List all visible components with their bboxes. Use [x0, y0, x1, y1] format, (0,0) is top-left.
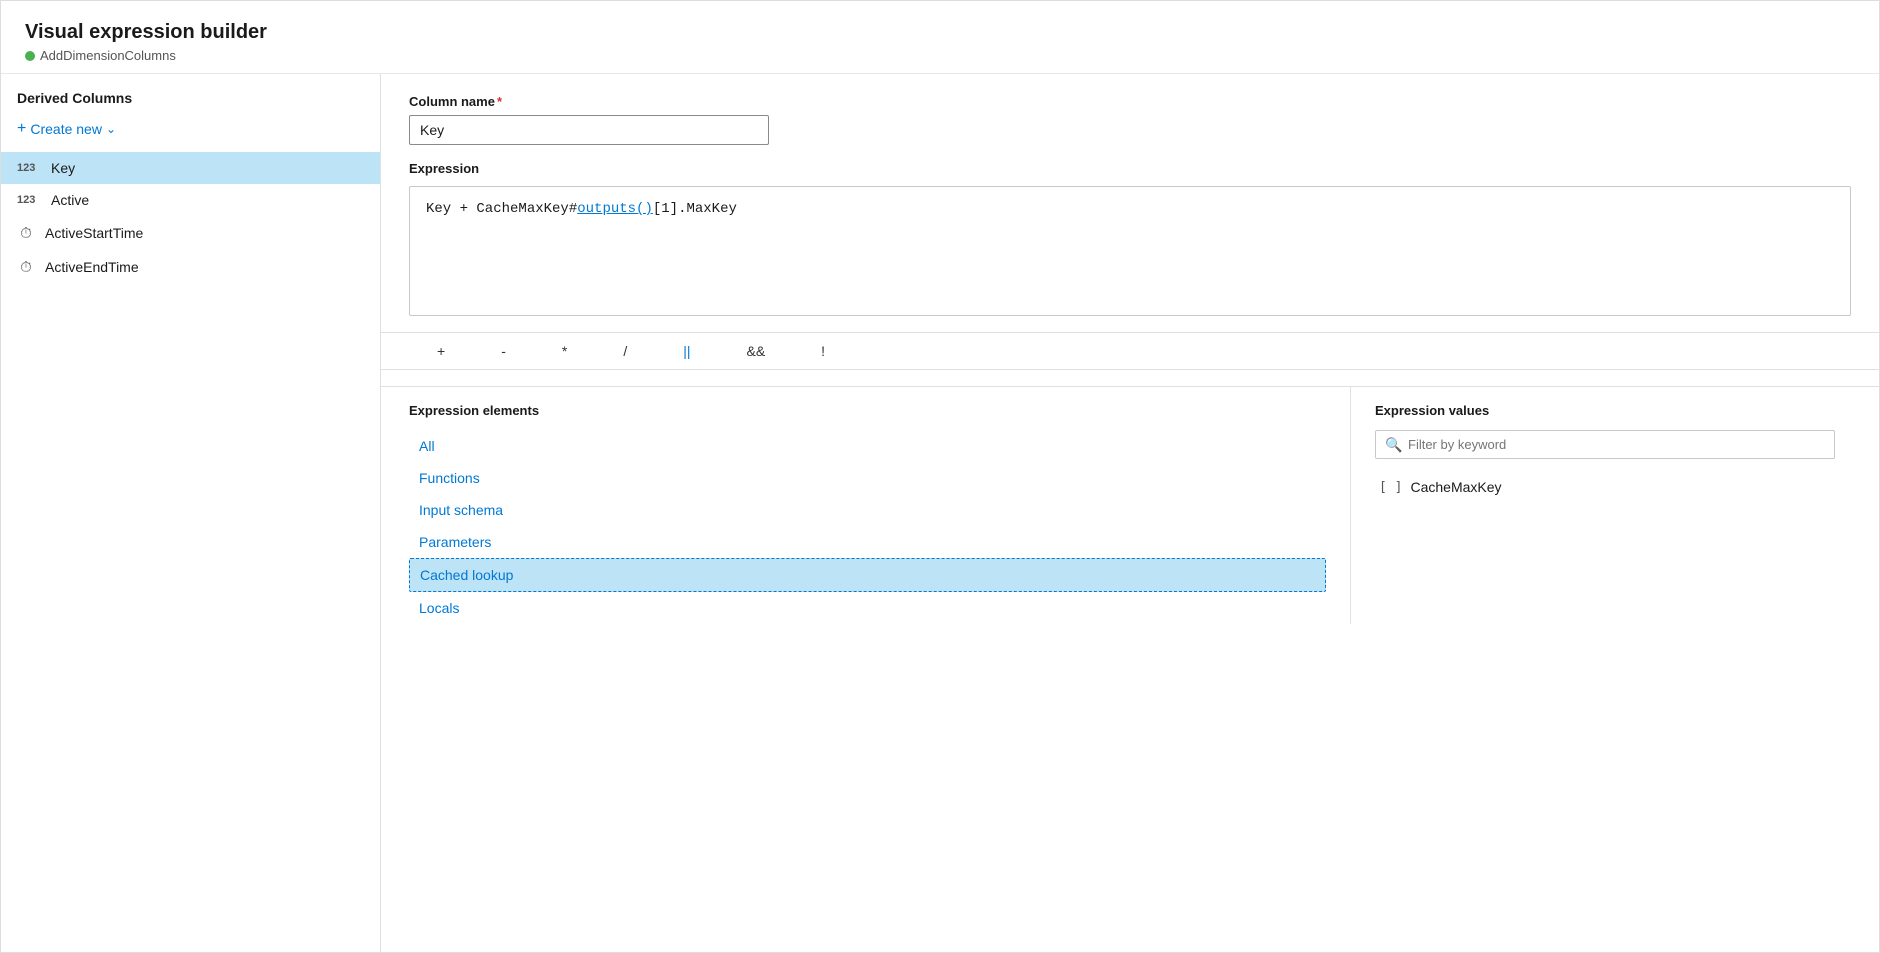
header-subtitle: AddDimensionColumns: [25, 48, 1855, 63]
create-new-button[interactable]: + Create new ⌄: [1, 114, 380, 144]
required-star: *: [497, 94, 502, 109]
expr-link-outputs[interactable]: outputs(): [577, 201, 653, 217]
expr-elem-parameters[interactable]: Parameters: [409, 526, 1326, 558]
column-name-field: Column name*: [409, 94, 1851, 145]
sidebar-item-active[interactable]: 123 Active: [1, 184, 380, 216]
item-label-activestarttime: ActiveStartTime: [45, 225, 143, 241]
status-dot: [25, 51, 35, 61]
app-title: Visual expression builder: [25, 21, 1855, 44]
expression-elements-panel: Expression elements All Functions Input …: [409, 387, 1351, 624]
bottom-section: Expression elements All Functions Input …: [381, 386, 1879, 624]
sidebar-item-activestarttime[interactable]: ⏱ ActiveStartTime: [1, 216, 380, 250]
expression-editor[interactable]: Key + CacheMaxKey#outputs()[1].MaxKey: [409, 186, 1851, 316]
subtitle-text: AddDimensionColumns: [40, 48, 176, 63]
operator-not[interactable]: !: [793, 339, 853, 363]
create-new-label: Create new: [30, 121, 102, 137]
type-badge-active: 123: [17, 194, 41, 206]
type-badge-key: 123: [17, 162, 41, 174]
sidebar-item-activeendtime[interactable]: ⏱ ActiveEndTime: [1, 250, 380, 284]
expr-plain-text: Key + CacheMaxKey#: [426, 201, 577, 217]
expr-elem-functions[interactable]: Functions: [409, 462, 1326, 494]
sidebar-section-title: Derived Columns: [1, 90, 380, 114]
column-name-label: Column name*: [409, 94, 1851, 109]
operator-multiply[interactable]: *: [534, 339, 595, 363]
column-name-input[interactable]: [409, 115, 769, 145]
header: Visual expression builder AddDimensionCo…: [1, 1, 1879, 74]
expr-elem-all[interactable]: All: [409, 430, 1326, 462]
clock-icon-activeendtime: ⏱: [17, 258, 35, 276]
operator-and[interactable]: &&: [718, 339, 793, 363]
expr-elem-cached-lookup[interactable]: Cached lookup: [409, 558, 1326, 592]
operator-bar: + - * / || && !: [381, 332, 1879, 370]
item-label-key: Key: [51, 160, 75, 176]
item-label-active: Active: [51, 192, 89, 208]
search-icon: 🔍: [1385, 436, 1402, 453]
expr-elem-locals[interactable]: Locals: [409, 592, 1326, 624]
operator-divide[interactable]: /: [595, 339, 655, 363]
operator-minus[interactable]: -: [473, 339, 534, 363]
expr-after-text: [1].MaxKey: [653, 201, 737, 217]
operator-plus[interactable]: +: [409, 339, 473, 363]
expression-field: Expression Key + CacheMaxKey#outputs()[1…: [409, 161, 1851, 316]
plus-icon: +: [17, 120, 26, 138]
main-content: Derived Columns + Create new ⌄ 123 Key 1…: [1, 74, 1879, 952]
sidebar: Derived Columns + Create new ⌄ 123 Key 1…: [1, 74, 381, 952]
expression-values-panel: Expression values 🔍 [ ] CacheMaxKey: [1351, 387, 1851, 624]
right-panel: Column name* Expression Key + CacheMaxKe…: [381, 74, 1879, 952]
expr-elem-input-schema[interactable]: Input schema: [409, 494, 1326, 526]
filter-input[interactable]: [1375, 430, 1835, 459]
filter-input-wrap: 🔍: [1375, 430, 1851, 459]
clock-icon-activestarttime: ⏱: [17, 224, 35, 242]
array-icon: [ ]: [1379, 480, 1402, 495]
sidebar-item-key[interactable]: 123 Key: [1, 152, 380, 184]
operator-or[interactable]: ||: [655, 339, 718, 363]
value-label: CacheMaxKey: [1410, 479, 1501, 495]
value-item-cachemaxkey[interactable]: [ ] CacheMaxKey: [1375, 471, 1851, 503]
chevron-down-icon: ⌄: [106, 122, 116, 136]
expression-values-title: Expression values: [1375, 403, 1851, 418]
expression-elements-title: Expression elements: [409, 403, 1326, 418]
expression-label: Expression: [409, 161, 1851, 176]
item-label-activeendtime: ActiveEndTime: [45, 259, 139, 275]
app-container: Visual expression builder AddDimensionCo…: [0, 0, 1880, 953]
